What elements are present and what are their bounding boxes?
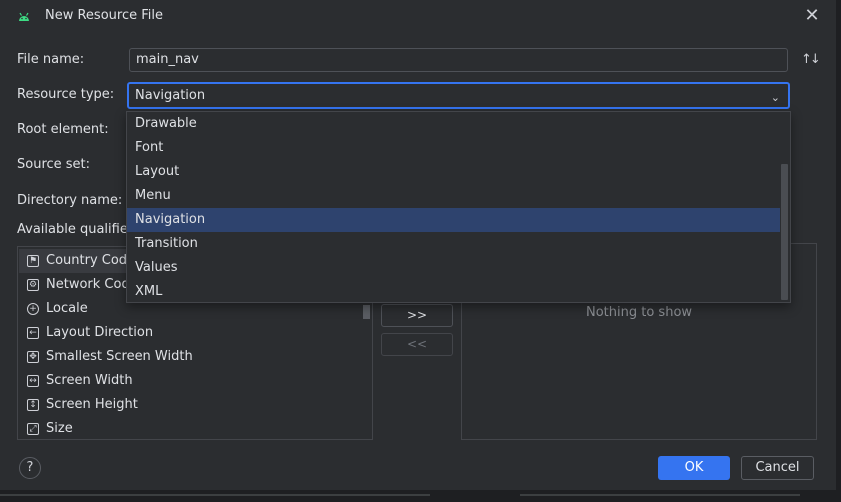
list-item[interactable]: ↕ Screen Height	[19, 393, 359, 417]
background-strip	[0, 490, 841, 502]
dropdown-option-layout[interactable]: Layout	[127, 160, 780, 184]
size-icon: ⤢	[27, 423, 39, 435]
root-element-label: Root element:	[17, 122, 109, 137]
close-icon[interactable]: ✕	[804, 7, 820, 25]
resource-type-value: Navigation	[135, 88, 206, 103]
smallest-width-icon: ✥	[27, 351, 39, 363]
qualifier-label: Locale	[46, 301, 88, 316]
qualifier-label: Screen Height	[46, 397, 138, 412]
dropdown-option-navigation[interactable]: Navigation	[127, 208, 780, 232]
remove-qualifier-button[interactable]: <<	[381, 333, 453, 356]
directory-name-label: Directory name:	[17, 193, 123, 208]
add-qualifier-button[interactable]: >>	[381, 304, 453, 327]
empty-state-text: Nothing to show	[586, 305, 693, 320]
resource-type-dropdown[interactable]: Drawable Font Layout Menu Navigation Tra…	[126, 111, 791, 303]
network-code-icon: ⚙	[27, 279, 39, 291]
ok-button[interactable]: OK	[658, 456, 730, 480]
dropdown-option-drawable[interactable]: Drawable	[127, 112, 780, 136]
dropdown-scrollbar[interactable]	[781, 164, 788, 300]
list-item[interactable]: ✥ Smallest Screen Width	[19, 345, 359, 369]
qualifier-label: Size	[46, 421, 73, 436]
divider	[0, 494, 430, 496]
globe-icon: +	[27, 303, 39, 315]
file-name-input[interactable]: main_nav	[129, 48, 788, 72]
dropdown-option-menu[interactable]: Menu	[127, 184, 780, 208]
screen-width-icon: ↔	[27, 375, 39, 387]
source-set-label: Source set:	[17, 157, 91, 172]
dropdown-option-values[interactable]: Values	[127, 256, 780, 280]
divider	[520, 494, 800, 496]
resource-type-select[interactable]: Navigation ⌄	[127, 82, 790, 109]
file-name-value: main_nav	[136, 52, 199, 67]
chevron-down-icon: ⌄	[770, 91, 780, 104]
qualifier-label: Layout Direction	[46, 325, 154, 340]
sort-icon[interactable]: ↑↓	[801, 52, 821, 68]
dialog-title: New Resource File	[45, 8, 163, 23]
qualifier-label: Smallest Screen Width	[46, 349, 193, 364]
new-resource-file-dialog: New Resource File ✕ File name: main_nav …	[0, 0, 836, 490]
dropdown-option-transition[interactable]: Transition	[127, 232, 780, 256]
android-icon	[19, 12, 29, 21]
list-item[interactable]: ⤢ Size	[19, 417, 359, 441]
list-item[interactable]: ↔ Screen Width	[19, 369, 359, 393]
country-code-icon: ⚑	[27, 255, 39, 267]
list-item[interactable]: ← Layout Direction	[19, 321, 359, 345]
qualifier-label: Country Code	[46, 253, 136, 268]
dropdown-option-xml[interactable]: XML	[127, 280, 780, 304]
cancel-button[interactable]: Cancel	[741, 456, 814, 480]
help-button[interactable]: ?	[19, 457, 41, 479]
screen-height-icon: ↕	[27, 399, 39, 411]
resource-type-label: Resource type:	[17, 87, 115, 102]
layout-direction-icon: ←	[27, 327, 39, 339]
scrollbar-thumb[interactable]	[363, 305, 370, 319]
dropdown-option-font[interactable]: Font	[127, 136, 780, 160]
qualifier-label: Screen Width	[46, 373, 133, 388]
file-name-label: File name:	[17, 52, 85, 67]
qualifier-label: Network Code	[46, 277, 138, 292]
